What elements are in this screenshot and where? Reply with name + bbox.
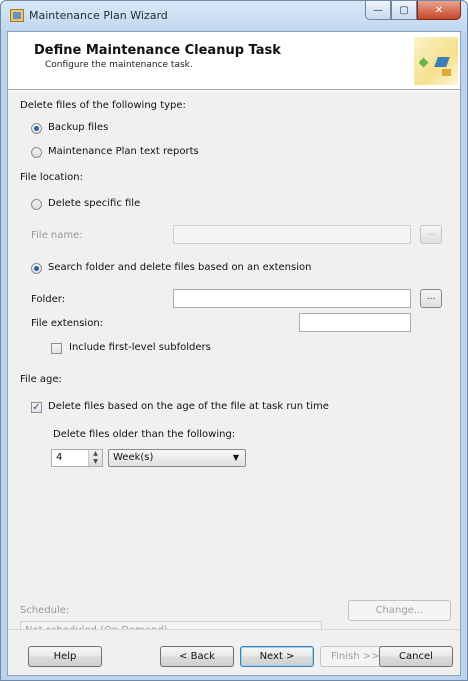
schedule-label: Schedule: [20,605,70,616]
file-extension-label: File extension: [31,318,104,329]
folder-label: Folder: [31,294,66,305]
include-subfolders-label[interactable]: Include first-level subfolders [69,342,211,353]
minimize-button[interactable]: — [365,1,391,20]
older-than-label: Delete files older than the following: [53,429,236,440]
maintenance-plan-icon [10,9,24,22]
delete-by-age-checkbox[interactable]: ✓ [31,402,42,413]
chevron-down-icon: ▼ [232,453,239,462]
file-name-label: File name: [31,230,83,241]
file-name-input[interactable] [173,225,411,244]
age-unit-value: Week(s) [113,452,154,463]
title-bar[interactable]: Maintenance Plan Wizard — ▢ ✕ [1,1,467,31]
back-button[interactable]: < Back [160,646,234,667]
wizard-window: Maintenance Plan Wizard — ▢ ✕ Define Mai… [0,0,468,681]
change-schedule-button[interactable]: Change... [348,600,451,621]
backup-files-radio[interactable] [31,123,42,134]
caption-buttons: — ▢ ✕ [365,1,461,21]
file-location-label: File location: [20,172,83,183]
age-amount-spinner[interactable]: 4 ▲ ▼ [51,449,103,467]
search-folder-label[interactable]: Search folder and delete files based on … [48,262,311,273]
maximize-button[interactable]: ▢ [391,1,417,20]
spinner-arrows-icon[interactable]: ▲ ▼ [88,450,102,466]
text-reports-radio[interactable] [31,147,42,158]
wizard-client-area: Define Maintenance Cleanup Task Configur… [7,31,461,676]
wizard-banner-icon [414,37,458,85]
task-options-panel: Delete files of the following type: Back… [8,91,460,640]
search-folder-radio[interactable] [31,263,42,274]
include-subfolders-checkbox[interactable] [51,343,62,354]
page-title: Define Maintenance Cleanup Task [34,43,281,58]
age-unit-select[interactable]: Week(s) ▼ [108,449,246,467]
text-reports-label[interactable]: Maintenance Plan text reports [48,146,199,157]
backup-files-label[interactable]: Backup files [48,122,108,133]
delete-specific-file-label[interactable]: Delete specific file [48,198,140,209]
file-type-label: Delete files of the following type: [20,100,186,111]
wizard-footer: Help < Back Next > Finish >>| Cancel [8,629,460,675]
window-title: Maintenance Plan Wizard [29,9,168,22]
next-button[interactable]: Next > [240,646,314,667]
close-button[interactable]: ✕ [417,1,461,20]
file-name-browse-button[interactable]: ... [420,225,442,244]
file-age-label: File age: [20,374,62,385]
page-subtitle: Configure the maintenance task. [45,60,193,70]
cancel-button[interactable]: Cancel [379,646,453,667]
delete-by-age-label[interactable]: Delete files based on the age of the fil… [48,401,329,412]
delete-specific-file-radio[interactable] [31,199,42,210]
help-button[interactable]: Help [28,646,102,667]
folder-input[interactable] [173,289,411,308]
wizard-header: Define Maintenance Cleanup Task Configur… [8,32,460,90]
file-extension-input[interactable] [299,313,411,332]
folder-browse-button[interactable]: ... [420,289,442,308]
age-amount-value: 4 [56,452,63,463]
